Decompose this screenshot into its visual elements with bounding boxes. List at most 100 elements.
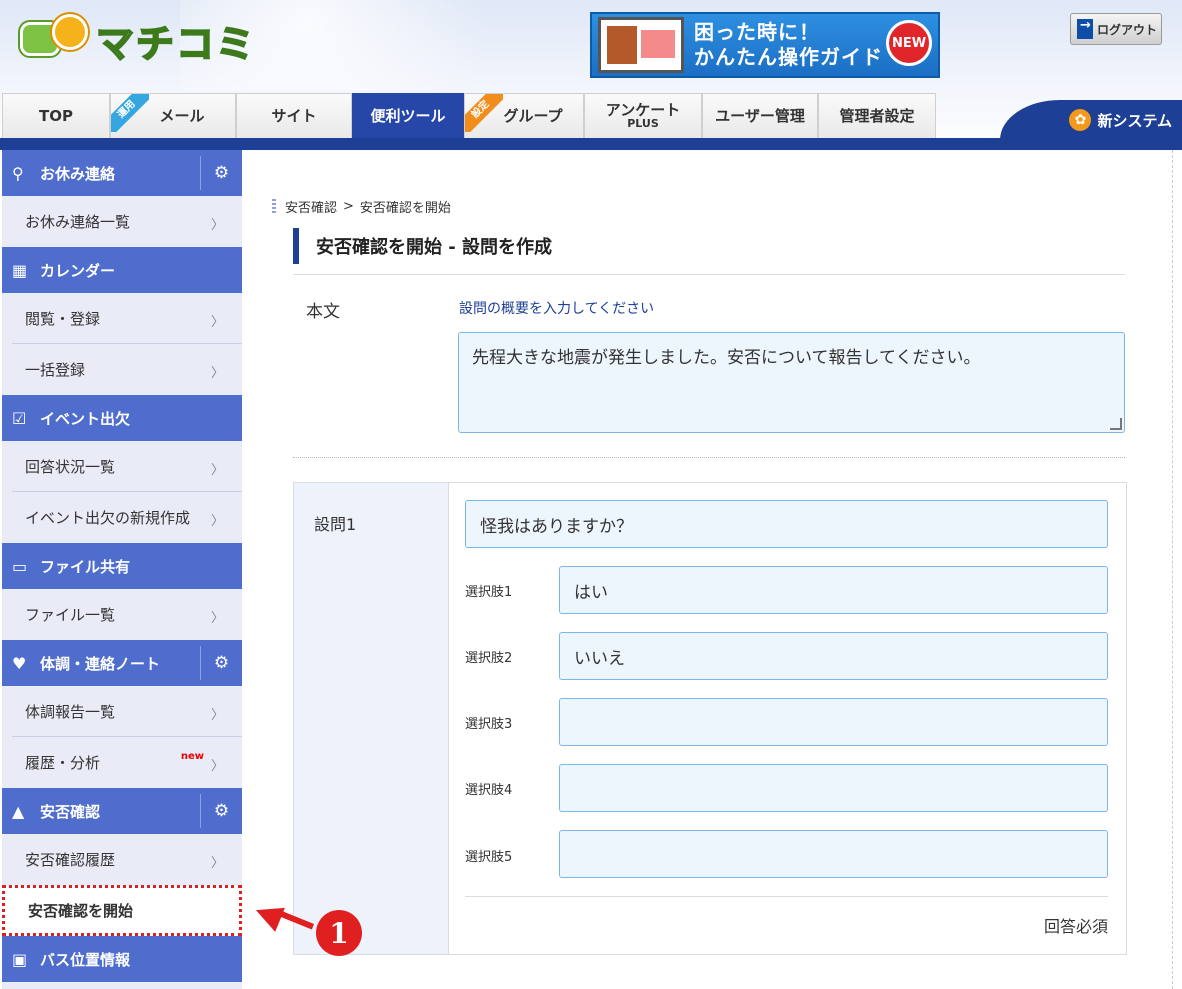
ribbon-badge: 設定: [465, 94, 503, 132]
breadcrumb-marker-icon: [272, 199, 276, 214]
computer-icon: [598, 17, 684, 73]
breadcrumb-current: 安否確認を開始: [359, 201, 451, 216]
sidebar-item-safety-history[interactable]: 安否確認履歴 〉: [12, 834, 242, 885]
folder-icon: ▭: [12, 556, 28, 576]
new-system-label: 新システム: [1097, 111, 1172, 130]
tab-group[interactable]: 設定 グループ: [464, 93, 584, 138]
sidebar-section-bus-location[interactable]: ▣ バス位置情報: [2, 936, 242, 982]
banner-line1: 困った時に！: [694, 20, 820, 44]
settings-gear-icon[interactable]: ⚙: [200, 646, 242, 680]
guide-banner[interactable]: 困った時に！ かんたん操作ガイド NEW: [590, 12, 940, 78]
tab-admin-settings[interactable]: 管理者設定: [818, 93, 936, 138]
chevron-right-icon: 〉: [210, 315, 224, 330]
logout-button[interactable]: ログアウト: [1070, 13, 1162, 45]
logout-icon: [1077, 18, 1093, 39]
divider: [293, 457, 1125, 458]
tab-user-management[interactable]: ユーザー管理: [702, 93, 818, 138]
question-panel: 設問1 怪我はありますか？ 選択肢1 はい 選択肢2 いいえ 選択肢3 選択肢4…: [293, 482, 1127, 955]
item-label: 一括登録: [25, 361, 86, 379]
chevron-right-icon: 〉: [210, 759, 224, 774]
sidebar-item-event-create[interactable]: イベント出欠の新規作成 〉: [12, 492, 242, 543]
section-title: お休み連絡: [40, 164, 116, 183]
item-label: 安否確認履歴: [25, 851, 116, 869]
resize-handle-icon[interactable]: [1110, 418, 1122, 430]
breadcrumb-parent[interactable]: 安否確認: [285, 197, 337, 216]
sidebar-item-safety-start[interactable]: 安否確認を開始: [2, 885, 242, 936]
body-textarea[interactable]: 先程大きな地震が発生しました。安否について報告してください。: [458, 332, 1125, 433]
bus-icon: ▣: [12, 949, 28, 969]
option-label-4: 選択肢4: [465, 783, 513, 798]
divider: [465, 896, 1108, 897]
item-label: 安否確認を開始: [28, 902, 134, 920]
tab-label: アンケート: [605, 100, 681, 119]
tab-label: サイト: [271, 106, 317, 125]
new-badge: new: [180, 751, 204, 762]
tab-label: 管理者設定: [839, 106, 915, 125]
sidebar-item-absence-list[interactable]: お休み連絡一覧 〉: [12, 196, 242, 247]
section-title: ファイル共有: [40, 557, 131, 576]
section-title: 安否確認: [40, 802, 101, 821]
required-label[interactable]: 回答必須: [1044, 913, 1108, 937]
logo-mark-icon: [20, 14, 90, 66]
sidebar-section-absence[interactable]: ⚲ お休み連絡 ⚙: [2, 150, 242, 196]
section-title: カレンダー: [40, 261, 116, 280]
sidebar-item-bulk-register[interactable]: 一括登録 〉: [12, 344, 242, 395]
section-title: バス位置情報: [40, 950, 131, 969]
calendar-icon: ▦: [12, 260, 28, 280]
sidebar-section-safety-check[interactable]: ▲ 安否確認 ⚙: [2, 788, 242, 834]
item-label: イベント出欠の新規作成: [25, 509, 191, 527]
settings-gear-icon[interactable]: ⚙: [200, 794, 242, 828]
tab-tools[interactable]: 便利ツール: [352, 93, 464, 138]
sidebar-item-file-list[interactable]: ファイル一覧 〉: [12, 589, 242, 640]
new-badge: NEW: [886, 20, 932, 66]
sidebar: ⚲ お休み連絡 ⚙ お休み連絡一覧 〉 ▦ カレンダー 閲覧・登録 〉 一括登録…: [2, 150, 242, 989]
main-nav-tabs: TOP 運用 メール サイト 便利ツール 設定 グループ アンケート PLUS …: [2, 93, 936, 138]
section-title: 体調・連絡ノート: [40, 654, 161, 673]
body-label: 本文: [306, 302, 340, 322]
tab-label: ユーザー管理: [715, 106, 805, 125]
item-label: 履歴・分析: [25, 754, 101, 772]
option-input-3[interactable]: [559, 698, 1108, 746]
divider: [293, 274, 1125, 275]
settings-gear-icon[interactable]: ⚙: [200, 156, 242, 190]
tab-label: TOP: [39, 106, 73, 125]
option-input-2[interactable]: いいえ: [559, 632, 1108, 680]
question-label: 設問1: [314, 515, 357, 534]
tab-mail[interactable]: 運用 メール: [110, 93, 236, 138]
chevron-right-icon: 〉: [210, 611, 224, 626]
breadcrumb-separator: >: [343, 199, 354, 214]
header: マチコミ 困った時に！ かんたん操作ガイド NEW ログアウト TOP 運用 メ…: [0, 0, 1182, 150]
logo[interactable]: マチコミ: [20, 12, 256, 68]
option-input-5[interactable]: [559, 830, 1108, 878]
banner-line2: かんたん操作ガイド: [694, 45, 883, 69]
sidebar-section-health-note[interactable]: ♥ 体調・連絡ノート ⚙: [2, 640, 242, 686]
item-label: 回答状況一覧: [25, 457, 116, 476]
gear-icon: ✿: [1069, 109, 1092, 131]
sidebar-item-response-status[interactable]: 回答状況一覧 〉: [12, 441, 242, 492]
tab-survey[interactable]: アンケート PLUS: [584, 93, 702, 138]
item-label: お休み連絡一覧: [25, 213, 131, 231]
breadcrumb: 安否確認 > 安否確認を開始: [272, 197, 451, 216]
sidebar-section-file-share[interactable]: ▭ ファイル共有: [2, 543, 242, 589]
chevron-right-icon: 〉: [210, 463, 224, 478]
option-label-1: 選択肢1: [465, 585, 513, 600]
question-label-cell: 設問1: [294, 483, 449, 954]
option-input-1[interactable]: はい: [559, 566, 1108, 614]
sidebar-section-event[interactable]: ☑ イベント出欠: [2, 395, 242, 441]
new-system-link[interactable]: ✿ 新システム: [1000, 100, 1182, 140]
sidebar-item-calendar-view[interactable]: 閲覧・登録 〉: [12, 293, 242, 344]
nav-bar: [0, 138, 1182, 150]
sidebar-item-health-report-list[interactable]: 体調報告一覧 〉: [12, 686, 242, 737]
sidebar-item-history-analysis[interactable]: 履歴・分析 new 〉: [12, 737, 242, 788]
logo-text: マチコミ: [95, 21, 257, 67]
heartbeat-icon: ♥: [12, 653, 27, 673]
question-input[interactable]: 怪我はありますか？: [465, 500, 1108, 548]
tab-label: メール: [159, 106, 205, 125]
option-input-4[interactable]: [559, 764, 1108, 812]
option-label-2: 選択肢2: [465, 651, 513, 666]
tab-site[interactable]: サイト: [236, 93, 352, 138]
tab-top[interactable]: TOP: [2, 93, 110, 138]
sidebar-section-calendar[interactable]: ▦ カレンダー: [2, 247, 242, 293]
calendar-check-icon: ☑: [12, 408, 27, 428]
page-edge: [1172, 150, 1182, 989]
